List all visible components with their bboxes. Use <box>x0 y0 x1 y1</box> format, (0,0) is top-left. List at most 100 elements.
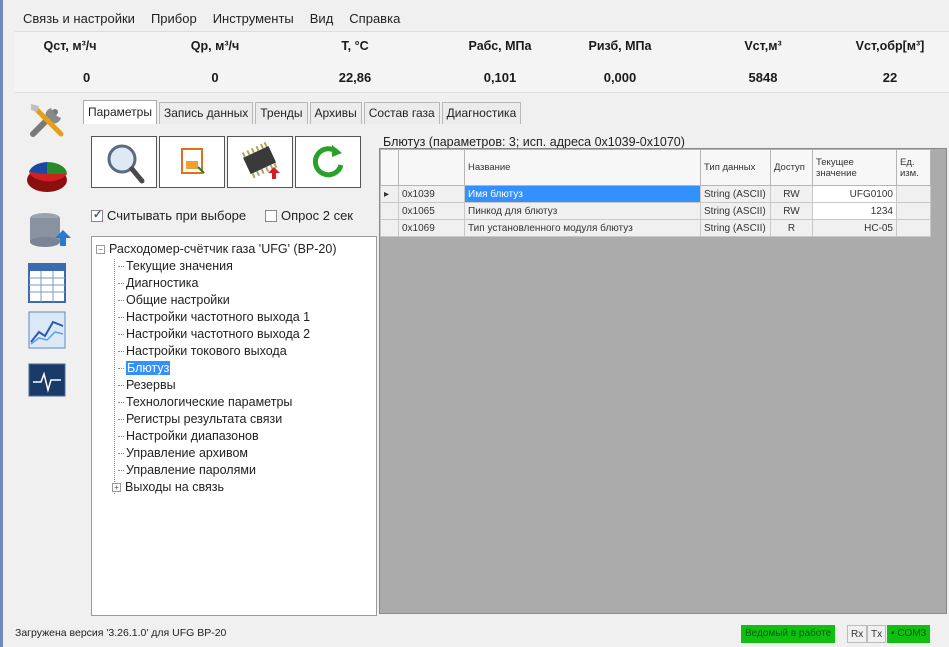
row-header <box>380 202 399 220</box>
read-on-select-label: Считывать при выборе <box>107 208 247 223</box>
col-value[interactable]: Текущее значение <box>812 149 897 186</box>
poll-2s-label: Опрос 2 сек <box>281 208 353 223</box>
cell-access: RW <box>770 185 813 203</box>
search-button[interactable] <box>91 136 157 188</box>
cell-name[interactable]: Тип установленного модуля блютуз <box>464 219 701 237</box>
reading-qst: Qст, м³/ч 0 <box>25 32 115 94</box>
tools-icon[interactable] <box>25 98 71 144</box>
collapse-icon[interactable]: − <box>96 245 105 255</box>
menu-help[interactable]: Справка <box>341 8 408 30</box>
tree-item-diagnostics[interactable]: Диагностика <box>96 275 372 292</box>
tree-item-tech-params[interactable]: Технологические параметры <box>96 394 372 411</box>
row-header-corner <box>380 149 399 186</box>
tree-item-current-output[interactable]: Настройки токового выхода <box>96 343 372 360</box>
menu-view[interactable]: Вид <box>302 8 342 30</box>
parameters-panel: Считывать при выборе Опрос 2 сек −Расход… <box>83 124 377 616</box>
cell-type: String (ASCII) <box>700 219 771 237</box>
cell-access: RW <box>770 202 813 220</box>
table-icon[interactable] <box>25 260 71 306</box>
tree-item-freq-output-2[interactable]: Настройки частотного выхода 2 <box>96 326 372 343</box>
col-unit[interactable]: Ед. изм. <box>896 149 931 186</box>
tab-diagnostics[interactable]: Диагностика <box>441 102 522 124</box>
reading-label: Рабс, МПа <box>468 39 532 53</box>
tab-gas-composition[interactable]: Состав газа <box>363 102 440 124</box>
checkbox-unchecked-icon[interactable] <box>265 209 277 222</box>
save-icon <box>181 148 205 174</box>
table-header-row: Название Тип данных Доступ Текущее значе… <box>380 149 931 186</box>
reading-value: 22 <box>882 70 898 85</box>
checkbox-checked-icon[interactable] <box>91 208 103 222</box>
status-port-label: COM3 <box>897 628 927 639</box>
tree-item-freq-output-1[interactable]: Настройки частотного выхода 1 <box>96 309 372 326</box>
search-icon <box>107 144 145 184</box>
table-row[interactable]: ▸ 0x1039 Имя блютуз String (ASCII) RW UF… <box>380 185 931 203</box>
tab-parameters[interactable]: Параметры <box>83 100 157 124</box>
reading-label: Qст, м³/ч <box>43 39 97 53</box>
pie-chart-icon[interactable] <box>25 152 71 198</box>
pulse-monitor-icon[interactable] <box>25 358 71 404</box>
refresh-button[interactable] <box>295 136 361 188</box>
col-name[interactable]: Название <box>464 149 701 186</box>
save-button[interactable] <box>159 136 225 188</box>
col-type[interactable]: Тип данных <box>700 149 771 186</box>
tab-archives[interactable]: Архивы <box>309 102 362 124</box>
cell-value[interactable]: 1234 <box>812 202 897 220</box>
row-header <box>380 219 399 237</box>
col-address <box>398 149 465 186</box>
database-icon[interactable] <box>25 208 71 254</box>
cell-name[interactable]: Имя блютуз <box>464 185 701 203</box>
reading-vst: Vст,м³ 5848 <box>723 32 803 94</box>
cell-unit <box>896 219 931 237</box>
trend-chart-icon[interactable] <box>25 308 71 354</box>
cell-name[interactable]: Пинкод для блютуз <box>464 202 701 220</box>
reading-value: 0,000 <box>603 70 637 85</box>
cell-address: 0x1065 <box>398 202 465 220</box>
menu-tools[interactable]: Инструменты <box>205 8 302 30</box>
menu-device[interactable]: Прибор <box>143 8 205 30</box>
cell-address: 0x1039 <box>398 185 465 203</box>
reading-label: Vст,м³ <box>744 39 782 53</box>
tree-item-comm-result-registers[interactable]: Регистры результата связи <box>96 411 372 428</box>
tree-item-range-settings[interactable]: Настройки диапазонов <box>96 428 372 445</box>
poll-2s-checkbox[interactable]: Опрос 2 сек <box>265 208 353 223</box>
tab-trends[interactable]: Тренды <box>255 102 308 124</box>
tree-item-general-settings[interactable]: Общие настройки <box>96 292 372 309</box>
col-access[interactable]: Доступ <box>770 149 813 186</box>
reading-vst-rev: Vст,обр[м³] 22 <box>835 32 945 94</box>
read-on-select-checkbox[interactable]: Считывать при выборе <box>91 208 246 223</box>
tree-item-bluetooth[interactable]: Блютуз <box>96 360 372 377</box>
tree-root-label: Расходомер-счётчик газа 'UFG' (BP-20) <box>109 242 337 256</box>
menu-connection[interactable]: Связь и настройки <box>15 8 143 30</box>
cell-value: HC-05 <box>812 219 897 237</box>
tree-root[interactable]: − Расходомер-счётчик газа 'UFG' (BP-20) <box>96 241 372 258</box>
tree-item-current-values[interactable]: Текущие значения <box>96 258 372 275</box>
reading-pabs: Рабс, МПа 0,101 <box>455 32 545 94</box>
cell-value[interactable]: UFG0100 <box>812 185 897 203</box>
expand-icon[interactable]: + <box>112 483 121 493</box>
tree-item-archive-management[interactable]: Управление архивом <box>96 445 372 462</box>
status-message: Загружена версия '3.26.1.0' для UFG BP-2… <box>15 627 227 639</box>
cell-unit <box>896 202 931 220</box>
reading-value: 5848 <box>748 70 778 85</box>
table-row[interactable]: 0x1065 Пинкод для блютуз String (ASCII) … <box>380 202 931 220</box>
chip-write-icon <box>241 141 280 179</box>
write-device-button[interactable] <box>227 136 293 188</box>
status-rx-indicator: Rx <box>847 625 868 643</box>
parameters-grid[interactable]: Название Тип данных Доступ Текущее значе… <box>379 148 947 614</box>
reading-pizb: Ризб, МПа 0,000 <box>575 32 665 94</box>
status-tx-indicator: Tx <box>867 625 887 643</box>
table-row[interactable]: 0x1069 Тип установленного модуля блютуз … <box>380 219 931 237</box>
tree-item-comm-outputs-label: Выходы на связь <box>125 480 224 494</box>
reading-label: Vст,обр[м³] <box>855 39 925 53</box>
device-tree[interactable]: − Расходомер-счётчик газа 'UFG' (BP-20) Т… <box>91 236 377 616</box>
tree-item-password-management[interactable]: Управление паролями <box>96 462 372 479</box>
cell-access: R <box>770 219 813 237</box>
tree-item-bluetooth-label: Блютуз <box>126 361 171 375</box>
reading-value: 22,86 <box>338 70 372 85</box>
tab-data-recording[interactable]: Запись данных <box>158 102 254 124</box>
reading-label: Ризб, МПа <box>588 39 652 53</box>
tree-item-comm-outputs[interactable]: + Выходы на связь <box>96 479 372 496</box>
tree-item-reserves[interactable]: Резервы <box>96 377 372 394</box>
readings-panel: Qст, м³/ч 0 Qр, м³/ч 0 T, °C 22,86 Рабс,… <box>15 31 949 93</box>
refresh-icon <box>312 145 344 178</box>
